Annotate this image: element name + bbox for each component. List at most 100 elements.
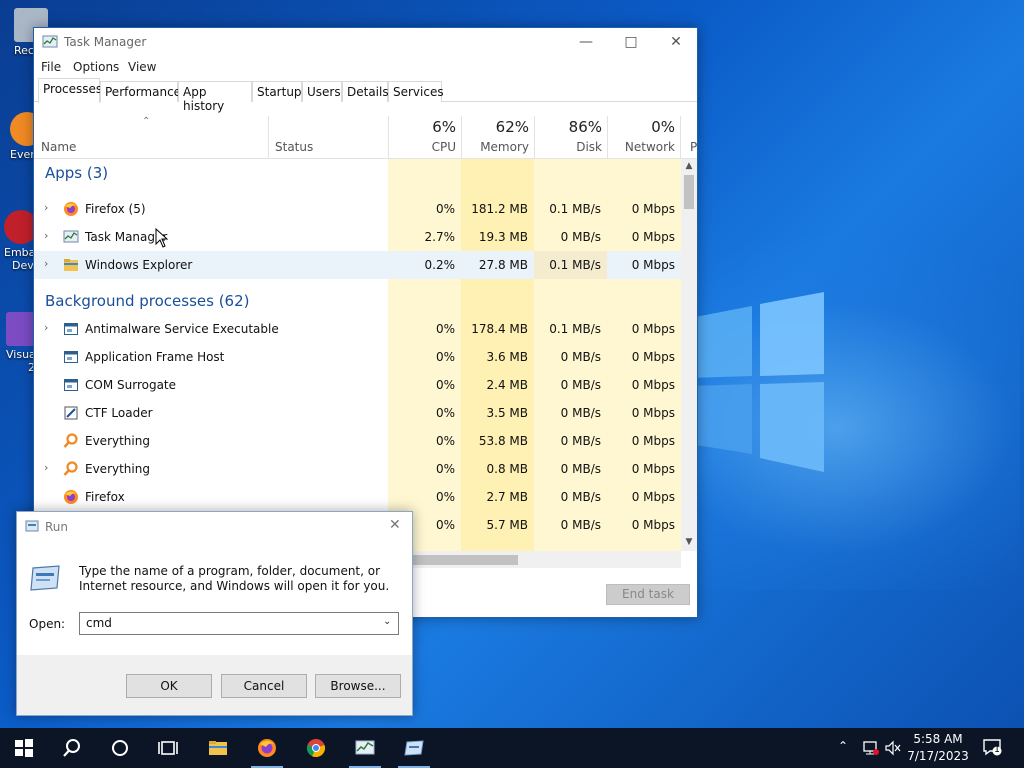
network-icon[interactable] bbox=[862, 740, 880, 756]
expand-chevron-icon[interactable]: › bbox=[44, 461, 48, 474]
minimize-button[interactable]: — bbox=[563, 30, 609, 56]
mouse-cursor-icon bbox=[155, 228, 169, 248]
windows-start-icon bbox=[15, 739, 33, 757]
scroll-down-icon[interactable]: ▼ bbox=[681, 537, 697, 547]
run-program-icon bbox=[30, 565, 60, 591]
process-row[interactable]: COM Surrogate 0% 2.4 MB 0 MB/s 0 Mbps bbox=[34, 371, 681, 399]
group-header-apps[interactable]: Apps (3) bbox=[34, 159, 681, 187]
column-header-disk[interactable]: Disk bbox=[539, 140, 602, 154]
cpu-cell: 0% bbox=[435, 378, 455, 392]
disk-cell: 0.1 MB/s bbox=[549, 258, 601, 272]
expand-chevron-icon[interactable]: › bbox=[44, 257, 48, 270]
disk-cell: 0 MB/s bbox=[560, 518, 601, 532]
search-button[interactable] bbox=[48, 728, 96, 768]
network-cell: 0 Mbps bbox=[631, 230, 675, 244]
firefox-icon bbox=[258, 739, 276, 757]
group-header-background[interactable]: Background processes (62) bbox=[34, 287, 681, 315]
taskbar-firefox[interactable] bbox=[243, 728, 291, 768]
column-header-status[interactable]: Status bbox=[275, 140, 313, 154]
memory-cell: 0.8 MB bbox=[486, 462, 528, 476]
memory-cell: 2.4 MB bbox=[486, 378, 528, 392]
column-header-network-pct[interactable]: 0% bbox=[612, 118, 675, 136]
browse-button[interactable]: Browse... bbox=[315, 674, 401, 698]
horizontal-scroll-thumb[interactable] bbox=[412, 555, 518, 565]
taskbar-run[interactable] bbox=[390, 728, 438, 768]
menu-file[interactable]: File bbox=[41, 60, 61, 74]
app-window-icon bbox=[64, 323, 78, 335]
end-task-button[interactable]: End task bbox=[606, 584, 690, 605]
disk-cell: 0 MB/s bbox=[560, 230, 601, 244]
cpu-cell: 0.2% bbox=[424, 258, 456, 272]
tray-overflow-chevron-icon[interactable]: ⌃ bbox=[838, 739, 848, 768]
run-title: Run bbox=[45, 520, 69, 534]
memory-cell: 3.5 MB bbox=[486, 406, 528, 420]
tab-startup[interactable]: Startup bbox=[252, 81, 302, 102]
disk-cell: 0 MB/s bbox=[560, 434, 601, 448]
cpu-cell: 0% bbox=[435, 462, 455, 476]
run-titlebar[interactable]: Run ✕ bbox=[17, 512, 412, 542]
column-header-network[interactable]: Network bbox=[612, 140, 675, 154]
taskbar-chrome[interactable] bbox=[292, 728, 340, 768]
tab-details[interactable]: Details bbox=[342, 81, 389, 102]
taskbar-file-explorer[interactable] bbox=[194, 728, 242, 768]
process-name: Antimalware Service Executable bbox=[85, 322, 279, 336]
cortana-circle-icon bbox=[112, 740, 128, 756]
run-close-icon[interactable]: ✕ bbox=[389, 517, 401, 533]
process-row[interactable]: › Firefox (5) 0% 181.2 MB 0.1 MB/s 0 Mbps bbox=[34, 195, 681, 223]
task-view-button[interactable] bbox=[144, 728, 192, 768]
process-row[interactable]: Application Frame Host 0% 3.6 MB 0 MB/s 0 Mb… bbox=[34, 343, 681, 371]
magnifier-icon bbox=[63, 461, 78, 476]
column-header-disk-pct[interactable]: 86% bbox=[539, 118, 602, 136]
column-header-memory-pct[interactable]: 62% bbox=[466, 118, 529, 136]
ok-button[interactable]: OK bbox=[126, 674, 212, 698]
menu-options[interactable]: Options bbox=[73, 60, 119, 74]
column-header-cpu[interactable]: CPU bbox=[394, 140, 456, 154]
open-input[interactable]: cmd bbox=[79, 612, 399, 635]
column-header-power-partial[interactable]: P bbox=[690, 140, 697, 154]
process-row[interactable]: CTF Loader 0% 3.5 MB 0 MB/s 0 Mbps bbox=[34, 399, 681, 427]
expand-chevron-icon[interactable]: › bbox=[44, 321, 48, 334]
memory-cell: 3.6 MB bbox=[486, 350, 528, 364]
scroll-up-icon[interactable]: ▲ bbox=[681, 161, 697, 171]
cancel-button[interactable]: Cancel bbox=[221, 674, 307, 698]
tab-performance[interactable]: Performance bbox=[100, 81, 181, 102]
taskbar-task-manager[interactable] bbox=[341, 728, 389, 768]
disk-cell: 0 MB/s bbox=[560, 406, 601, 420]
volume-muted-icon[interactable] bbox=[884, 740, 902, 756]
process-list: Apps (3) › Firefox (5) 0% 181.2 MB 0.1 MB/s 0 … bbox=[34, 159, 681, 551]
column-header-memory[interactable]: Memory bbox=[466, 140, 529, 154]
process-row[interactable]: Firefox 0% 2.7 MB 0 MB/s 0 Mbps bbox=[34, 483, 681, 511]
window-title: Task Manager bbox=[64, 35, 147, 49]
tab-services[interactable]: Services bbox=[388, 81, 444, 102]
chevron-down-icon[interactable]: ⌄ bbox=[383, 616, 391, 627]
memory-cell: 19.3 MB bbox=[478, 230, 528, 244]
start-button[interactable] bbox=[0, 728, 48, 768]
system-clock[interactable]: 5:58 AM 7/17/2023 bbox=[904, 731, 972, 765]
process-row[interactable]: › Windows Explorer 0.2% 27.8 MB 0.1 MB/s 0 Mb… bbox=[34, 251, 681, 279]
task-manager-titlebar[interactable]: Task Manager — □ ✕ bbox=[34, 28, 697, 56]
tab-users[interactable]: Users bbox=[302, 81, 342, 102]
column-header-name[interactable]: Name bbox=[41, 140, 76, 154]
expand-chevron-icon[interactable]: › bbox=[44, 201, 48, 214]
process-row[interactable]: Everything 0% 53.8 MB 0 MB/s 0 Mbps bbox=[34, 427, 681, 455]
cortana-button[interactable] bbox=[96, 728, 144, 768]
vertical-scroll-thumb[interactable] bbox=[684, 175, 694, 209]
disk-cell: 0 MB/s bbox=[560, 350, 601, 364]
folder-icon bbox=[64, 259, 78, 271]
close-button[interactable]: ✕ bbox=[653, 30, 699, 56]
task-manager-icon bbox=[355, 740, 375, 755]
network-cell: 0 Mbps bbox=[631, 378, 675, 392]
process-row[interactable]: › Task Manager 2.7% 19.3 MB 0 MB/s 0 Mbps bbox=[34, 223, 681, 251]
tab-processes[interactable]: Processes bbox=[38, 78, 102, 103]
tab-app-history[interactable]: App history bbox=[178, 81, 252, 113]
open-label: Open: bbox=[29, 617, 66, 631]
column-header-cpu-pct[interactable]: 6% bbox=[394, 118, 456, 136]
process-row[interactable]: › Antimalware Service Executable 0% 178.4 M… bbox=[34, 315, 681, 343]
network-cell: 0 Mbps bbox=[631, 202, 675, 216]
vertical-scrollbar[interactable]: ▲ ▼ bbox=[681, 159, 697, 551]
process-row[interactable]: › Everything 0% 0.8 MB 0 MB/s 0 Mbps bbox=[34, 455, 681, 483]
menu-view[interactable]: View bbox=[128, 60, 156, 74]
expand-chevron-icon[interactable]: › bbox=[44, 229, 48, 242]
maximize-button[interactable]: □ bbox=[608, 30, 654, 56]
memory-cell: 27.8 MB bbox=[478, 258, 528, 272]
